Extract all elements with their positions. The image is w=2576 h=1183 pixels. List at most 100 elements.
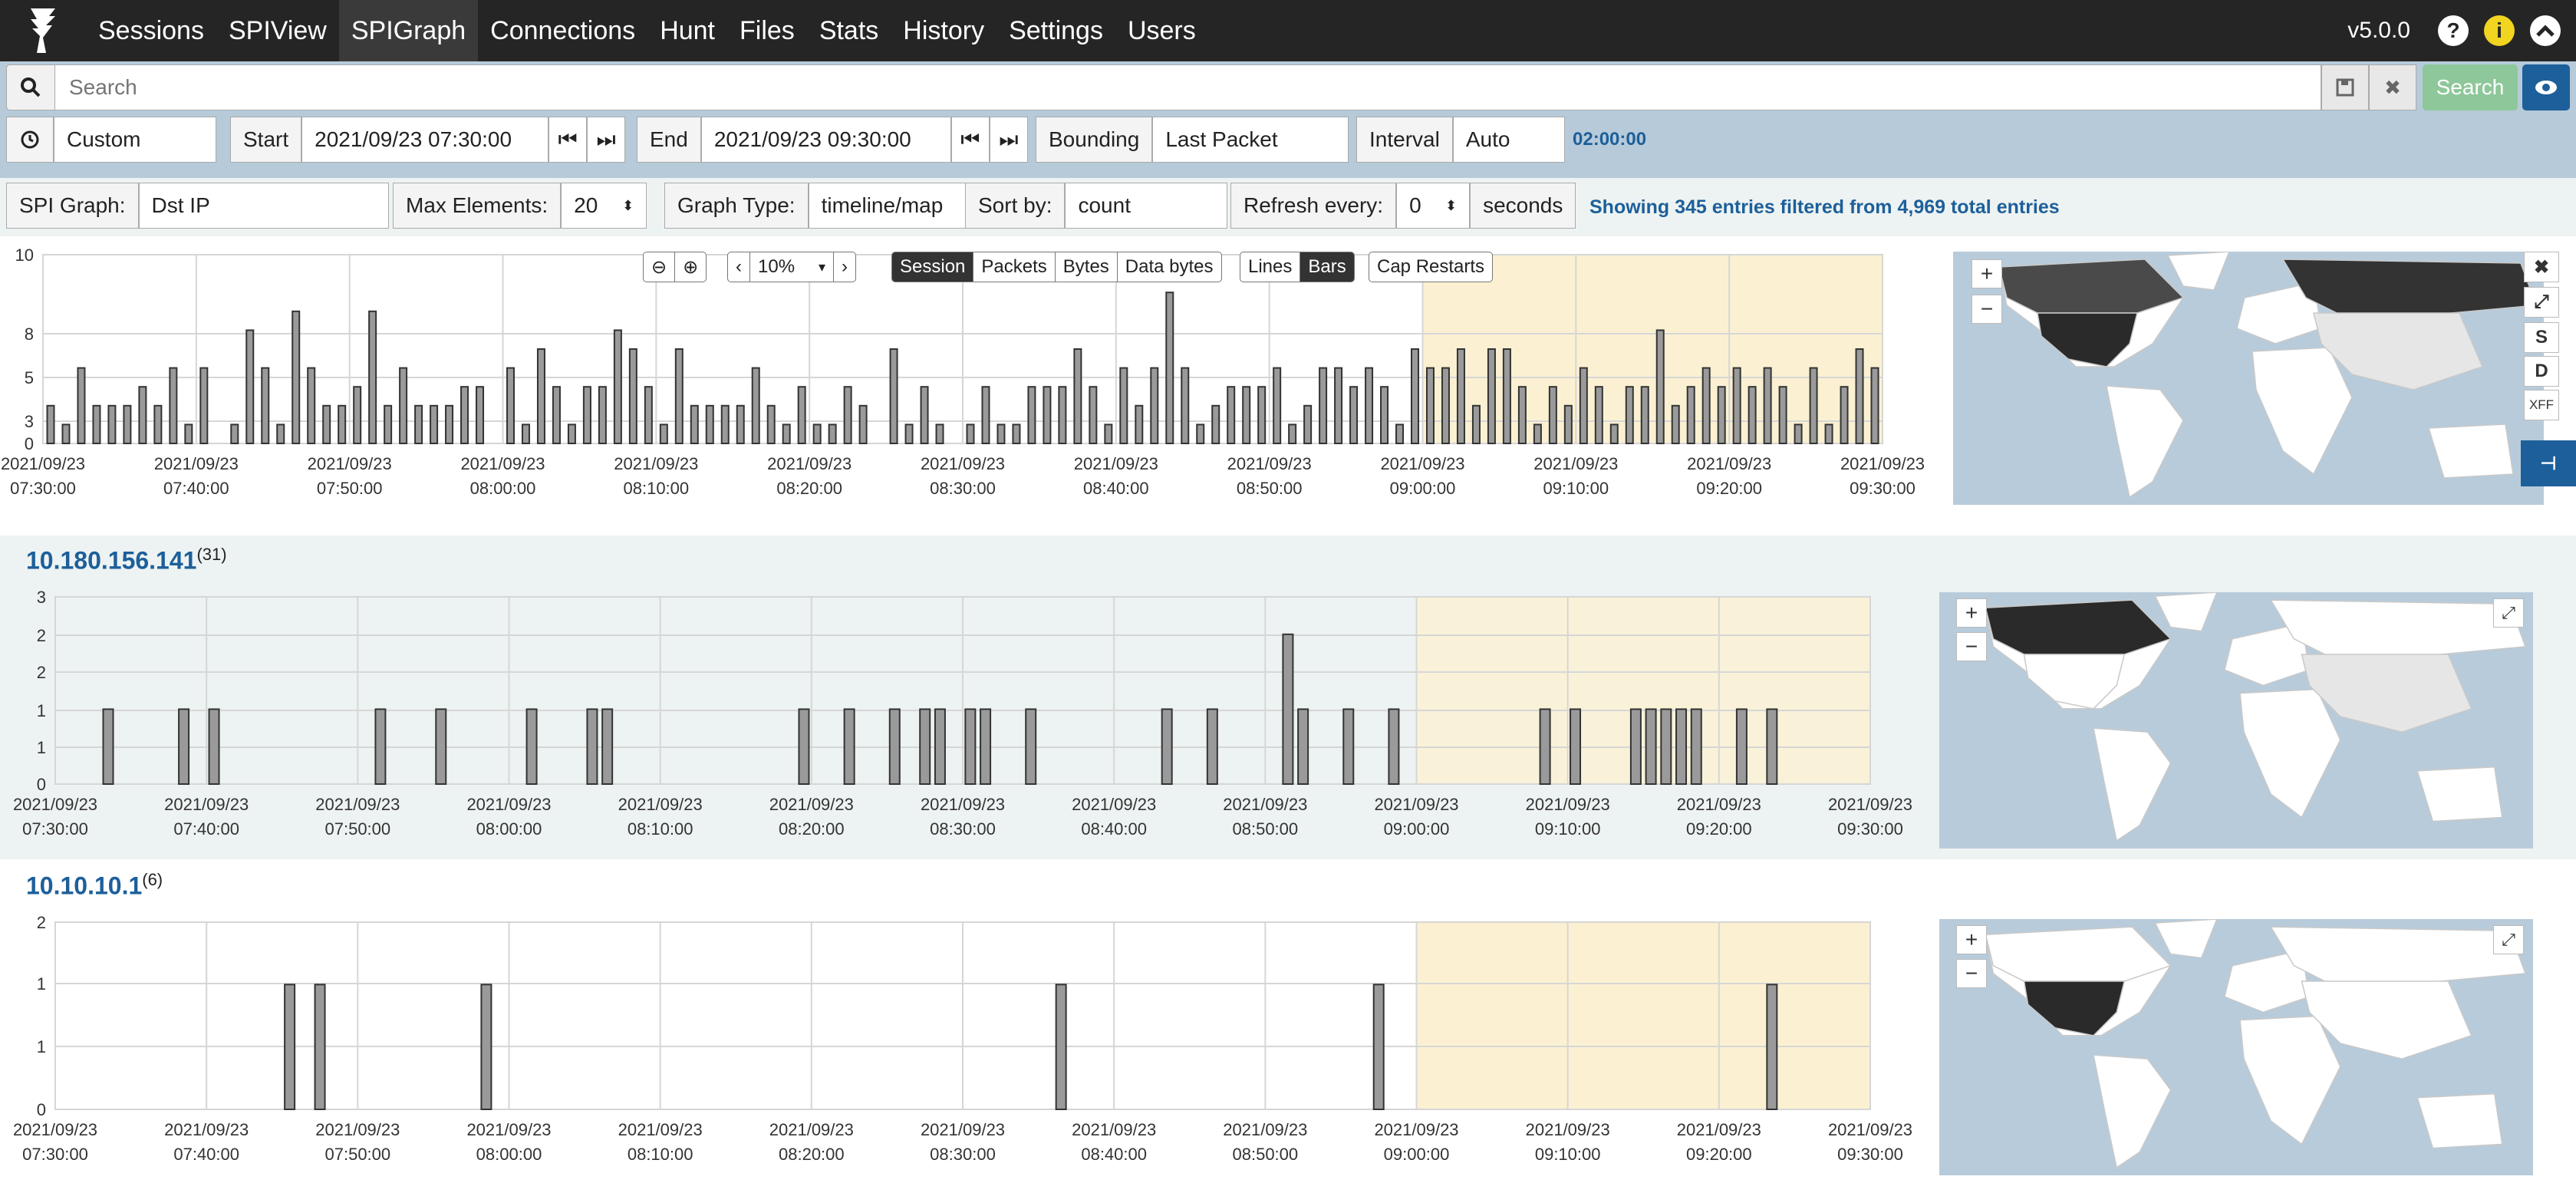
ip-map-2-expand-icon[interactable]: ⤢ bbox=[2493, 925, 2524, 954]
bar[interactable] bbox=[1282, 633, 1294, 785]
bar[interactable] bbox=[1563, 404, 1573, 445]
bar[interactable] bbox=[430, 404, 439, 445]
bar[interactable] bbox=[904, 423, 914, 444]
bar[interactable] bbox=[1690, 708, 1702, 785]
bar[interactable] bbox=[1211, 404, 1220, 445]
nav-settings[interactable]: Settings bbox=[996, 0, 1115, 61]
time-range-select[interactable]: Custom bbox=[54, 117, 216, 163]
bar[interactable] bbox=[567, 423, 576, 444]
map-zoom-out-icon[interactable]: − bbox=[1972, 295, 2002, 324]
map-region-ru[interactable] bbox=[2269, 926, 2526, 990]
bar[interactable] bbox=[1502, 348, 1511, 444]
map-region-greenland[interactable] bbox=[2154, 592, 2218, 632]
bar[interactable] bbox=[1717, 386, 1726, 444]
bar[interactable] bbox=[1165, 292, 1174, 444]
bar[interactable] bbox=[1242, 386, 1251, 444]
bar[interactable] bbox=[935, 423, 944, 444]
bar[interactable] bbox=[1794, 423, 1803, 444]
bar[interactable] bbox=[322, 404, 331, 445]
bar[interactable] bbox=[601, 708, 614, 785]
map-region-ru[interactable] bbox=[2281, 259, 2538, 321]
bar[interactable] bbox=[644, 386, 653, 444]
bar[interactable] bbox=[1570, 708, 1582, 785]
ip-map-1-expand-icon[interactable]: ⤢ bbox=[2493, 598, 2524, 628]
bar[interactable] bbox=[613, 329, 622, 445]
bar[interactable] bbox=[843, 708, 855, 785]
style-bars[interactable]: Bars bbox=[1300, 252, 1354, 282]
end-time-input[interactable]: 2021/09/23 09:30:00 bbox=[700, 117, 951, 163]
bar[interactable] bbox=[1625, 386, 1634, 444]
bar[interactable] bbox=[1161, 708, 1173, 785]
info-icon[interactable]: i bbox=[2484, 15, 2515, 46]
bar[interactable] bbox=[1411, 348, 1420, 444]
bar[interactable] bbox=[153, 404, 163, 445]
bar[interactable] bbox=[1196, 423, 1205, 444]
nav-stats[interactable]: Stats bbox=[807, 0, 891, 61]
bar[interactable] bbox=[552, 386, 561, 444]
bar[interactable] bbox=[1655, 329, 1665, 445]
bar[interactable] bbox=[1748, 386, 1757, 444]
bar[interactable] bbox=[1388, 708, 1400, 785]
bar[interactable] bbox=[536, 348, 545, 444]
search-input[interactable] bbox=[55, 64, 2321, 110]
bar[interactable] bbox=[1135, 404, 1144, 445]
ip-map-2-zoom-out-icon[interactable]: − bbox=[1956, 959, 1987, 988]
metric-session[interactable]: Session bbox=[892, 252, 974, 282]
map-close-icon[interactable]: ✖ bbox=[2524, 252, 2559, 282]
bar[interactable] bbox=[1441, 367, 1450, 445]
bar[interactable] bbox=[506, 367, 515, 445]
bar[interactable] bbox=[1334, 367, 1343, 445]
bar[interactable] bbox=[338, 404, 347, 445]
bar[interactable] bbox=[1766, 708, 1778, 785]
bar[interactable] bbox=[1539, 708, 1551, 785]
bar[interactable] bbox=[1365, 367, 1374, 445]
arkime-logo-icon[interactable] bbox=[0, 0, 86, 61]
bar[interactable] bbox=[1675, 708, 1688, 785]
save-query-icon[interactable] bbox=[2321, 64, 2369, 110]
map-region-oz[interactable] bbox=[2416, 1092, 2503, 1149]
ip-map-1-zoom-out-icon[interactable]: − bbox=[1956, 632, 1987, 661]
bar[interactable] bbox=[766, 404, 776, 445]
ip-map-1[interactable]: + − ⤢ bbox=[1939, 592, 2533, 849]
bar[interactable] bbox=[184, 423, 193, 444]
pan-step-select[interactable]: 10% ▾ bbox=[750, 252, 834, 282]
bar[interactable] bbox=[199, 367, 209, 445]
bar[interactable] bbox=[1055, 984, 1067, 1110]
eye-icon[interactable] bbox=[2522, 64, 2570, 110]
bar[interactable] bbox=[1425, 367, 1435, 445]
bar[interactable] bbox=[123, 404, 132, 445]
ip-timeline-chart-1[interactable]: 0 1 1 2 2 3 2021/09/23 07:30:00 2021/09/23 07:40:… bbox=[0, 535, 1933, 842]
bar[interactable] bbox=[399, 367, 408, 445]
metric-bytes[interactable]: Bytes bbox=[1056, 252, 1118, 282]
bar[interactable] bbox=[1579, 367, 1588, 445]
bar[interactable] bbox=[1104, 423, 1113, 444]
bar[interactable] bbox=[966, 423, 975, 444]
bar[interactable] bbox=[1297, 708, 1309, 785]
bar[interactable] bbox=[1206, 708, 1218, 785]
bar[interactable] bbox=[1319, 367, 1328, 445]
map-xff-button[interactable]: XFF bbox=[2524, 390, 2559, 420]
bar[interactable] bbox=[934, 708, 946, 785]
bar[interactable] bbox=[1025, 708, 1037, 785]
bar[interactable] bbox=[178, 708, 190, 785]
map-region-greenland[interactable] bbox=[2166, 252, 2230, 291]
pin-icon[interactable]: ⊣ bbox=[2521, 440, 2576, 486]
map-expand-icon[interactable]: ⤢ bbox=[2524, 287, 2559, 318]
start-last-icon[interactable]: ⏭ bbox=[587, 117, 626, 163]
bar[interactable] bbox=[1150, 367, 1159, 445]
bar[interactable] bbox=[245, 329, 255, 445]
map-region-ca[interactable] bbox=[1985, 926, 2172, 982]
bar[interactable] bbox=[92, 404, 101, 445]
bar[interactable] bbox=[1594, 386, 1603, 444]
bar[interactable] bbox=[384, 404, 393, 445]
zoom-in-icon[interactable]: ⊕ bbox=[675, 252, 706, 282]
bar[interactable] bbox=[138, 386, 147, 444]
bar[interactable] bbox=[919, 708, 931, 785]
bar[interactable] bbox=[828, 423, 837, 444]
map-region-oz[interactable] bbox=[2416, 766, 2503, 822]
map-region-af[interactable] bbox=[2239, 1015, 2341, 1145]
start-time-input[interactable]: 2021/09/23 07:30:00 bbox=[301, 117, 549, 163]
interval-select[interactable]: Auto bbox=[1452, 117, 1565, 163]
bar[interactable] bbox=[1778, 386, 1787, 444]
refresh-select[interactable]: 0 ⬍ bbox=[1396, 183, 1471, 229]
